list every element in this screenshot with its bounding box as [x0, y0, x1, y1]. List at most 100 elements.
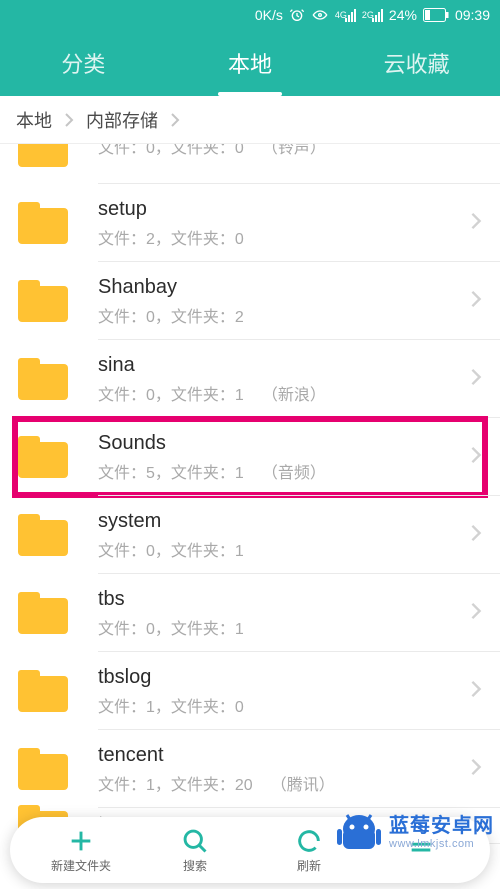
breadcrumb-item[interactable]: 本地	[16, 107, 52, 133]
meta-tag: （音频）	[262, 459, 326, 483]
folder-row[interactable]: Shanbay 文件：0，文件夹：2	[0, 262, 500, 340]
meta-counts: 文件：0，文件夹：1	[98, 381, 244, 405]
folder-list[interactable]: 文件：0，文件夹：0 （铃声） setup 文件：2，文件夹：0 Shanbay 文件：0…	[0, 144, 500, 889]
screen: 0K/s 4G 2G 24% 09:39 分类 本地 云收藏 本地 内部存储 文…	[0, 0, 500, 889]
chevron-right-icon	[170, 113, 180, 127]
meta-counts: 文件：2，文件夹：0	[98, 225, 244, 249]
plus-icon	[67, 827, 95, 855]
toolbar-label: 搜索	[183, 857, 207, 874]
folder-icon	[18, 436, 68, 478]
folder-name: system	[98, 510, 462, 533]
chevron-right-icon	[470, 602, 482, 625]
breadcrumb: 本地 内部存储	[0, 96, 500, 144]
folder-row[interactable]: system 文件：0，文件夹：1	[0, 496, 500, 574]
meta-counts: 文件：5，文件夹：1	[98, 459, 244, 483]
folder-row[interactable]: tbslog 文件：1，文件夹：0	[0, 652, 500, 730]
folder-name: tbslog	[98, 666, 462, 689]
chevron-right-icon	[470, 758, 482, 781]
meta-tag: （铃声）	[262, 144, 326, 158]
chevron-right-icon	[470, 524, 482, 547]
meta-counts: 文件：0，文件夹：1	[98, 537, 244, 561]
battery-icon	[423, 8, 449, 22]
folder-meta: 文件：1，文件夹：20 （腾讯）	[98, 771, 462, 795]
tab-local[interactable]: 本地	[167, 30, 334, 96]
alarm-icon	[289, 7, 305, 23]
row-texts: Shanbay 文件：0，文件夹：2	[98, 276, 462, 327]
folder-meta: 文件：0，文件夹：1 （新浪）	[98, 381, 462, 405]
toolbar-label: 新建文件夹	[51, 857, 111, 874]
folder-meta: 文件：0，文件夹：0 （铃声）	[98, 144, 482, 158]
meta-counts: 文件：1，文件夹：0	[98, 693, 244, 717]
row-texts: Sounds 文件：5，文件夹：1 （音频）	[98, 432, 462, 483]
row-texts: setup 文件：2，文件夹：0	[98, 198, 462, 249]
folder-icon	[18, 280, 68, 322]
eye-icon	[311, 7, 329, 23]
meta-counts: 文件：0，文件夹：2	[98, 303, 244, 327]
signal-2g-icon: 2G	[362, 9, 383, 22]
folder-row[interactable]: Sounds 文件：5，文件夹：1 （音频）	[0, 418, 500, 496]
search-icon	[181, 827, 209, 855]
chevron-right-icon	[470, 290, 482, 313]
battery-percent: 24%	[389, 7, 417, 23]
net-speed: 0K/s	[255, 7, 283, 23]
meta-counts: 文件：0，文件夹：0	[98, 144, 244, 158]
folder-row[interactable]: setup 文件：2，文件夹：0	[0, 184, 500, 262]
status-time: 09:39	[455, 7, 490, 23]
folder-meta: 文件：2，文件夹：0	[98, 225, 462, 249]
folder-name: Shanbay	[98, 276, 462, 299]
meta-tag: （新浪）	[262, 381, 326, 405]
folder-name: sina	[98, 354, 462, 377]
tab-label: 云收藏	[384, 47, 450, 79]
chevron-right-icon	[470, 212, 482, 235]
row-texts: tbslog 文件：1，文件夹：0	[98, 666, 462, 717]
row-texts: sina 文件：0，文件夹：1 （新浪）	[98, 354, 462, 405]
folder-name: Sounds	[98, 432, 462, 455]
folder-icon	[18, 144, 68, 167]
folder-row[interactable]: 文件：0，文件夹：0 （铃声）	[0, 144, 500, 184]
search-button[interactable]: 搜索	[159, 827, 231, 874]
chevron-right-icon	[64, 113, 74, 127]
folder-icon	[18, 748, 68, 790]
status-bar: 0K/s 4G 2G 24% 09:39	[0, 0, 500, 30]
tab-cloud[interactable]: 云收藏	[333, 30, 500, 96]
tab-label: 分类	[61, 47, 105, 79]
android-mascot-icon	[337, 809, 381, 857]
row-texts: 文件：0，文件夹：0 （铃声）	[98, 144, 482, 158]
folder-icon	[18, 670, 68, 712]
top-tabs: 分类 本地 云收藏	[0, 30, 500, 96]
tab-label: 本地	[228, 47, 272, 79]
breadcrumb-item[interactable]: 内部存储	[86, 107, 158, 133]
folder-meta: 文件：0，文件夹：1	[98, 615, 462, 639]
signal-4g-icon: 4G	[335, 9, 356, 22]
folder-icon	[18, 202, 68, 244]
meta-counts: 文件：1，文件夹：20	[98, 771, 253, 795]
watermark: 蓝莓安卓网 www.lmkjst.com	[331, 807, 500, 859]
row-texts: system 文件：0，文件夹：1	[98, 510, 462, 561]
folder-meta: 文件：1，文件夹：0	[98, 693, 462, 717]
folder-meta: 文件：0，文件夹：2	[98, 303, 462, 327]
folder-icon	[18, 358, 68, 400]
folder-row[interactable]: tencent 文件：1，文件夹：20 （腾讯）	[0, 730, 500, 808]
chevron-right-icon	[470, 368, 482, 391]
refresh-icon	[295, 827, 323, 855]
folder-name: tbs	[98, 588, 462, 611]
row-texts: tencent 文件：1，文件夹：20 （腾讯）	[98, 744, 462, 795]
meta-counts: 文件：0，文件夹：1	[98, 615, 244, 639]
folder-icon	[18, 592, 68, 634]
folder-icon	[18, 514, 68, 556]
meta-tag: （腾讯）	[271, 771, 335, 795]
folder-row[interactable]: sina 文件：0，文件夹：1 （新浪）	[0, 340, 500, 418]
folder-meta: 文件：5，文件夹：1 （音频）	[98, 459, 462, 483]
chevron-right-icon	[470, 446, 482, 469]
new-folder-button[interactable]: 新建文件夹	[45, 827, 117, 874]
folder-row[interactable]: tbs 文件：0，文件夹：1	[0, 574, 500, 652]
toolbar-label: 刷新	[297, 857, 321, 874]
folder-meta: 文件：0，文件夹：1	[98, 537, 462, 561]
folder-name: tencent	[98, 744, 462, 767]
chevron-right-icon	[470, 680, 482, 703]
watermark-title: 蓝莓安卓网	[389, 815, 494, 838]
tab-category[interactable]: 分类	[0, 30, 167, 96]
folder-name: setup	[98, 198, 462, 221]
watermark-url: www.lmkjst.com	[389, 838, 494, 851]
row-texts: tbs 文件：0，文件夹：1	[98, 588, 462, 639]
